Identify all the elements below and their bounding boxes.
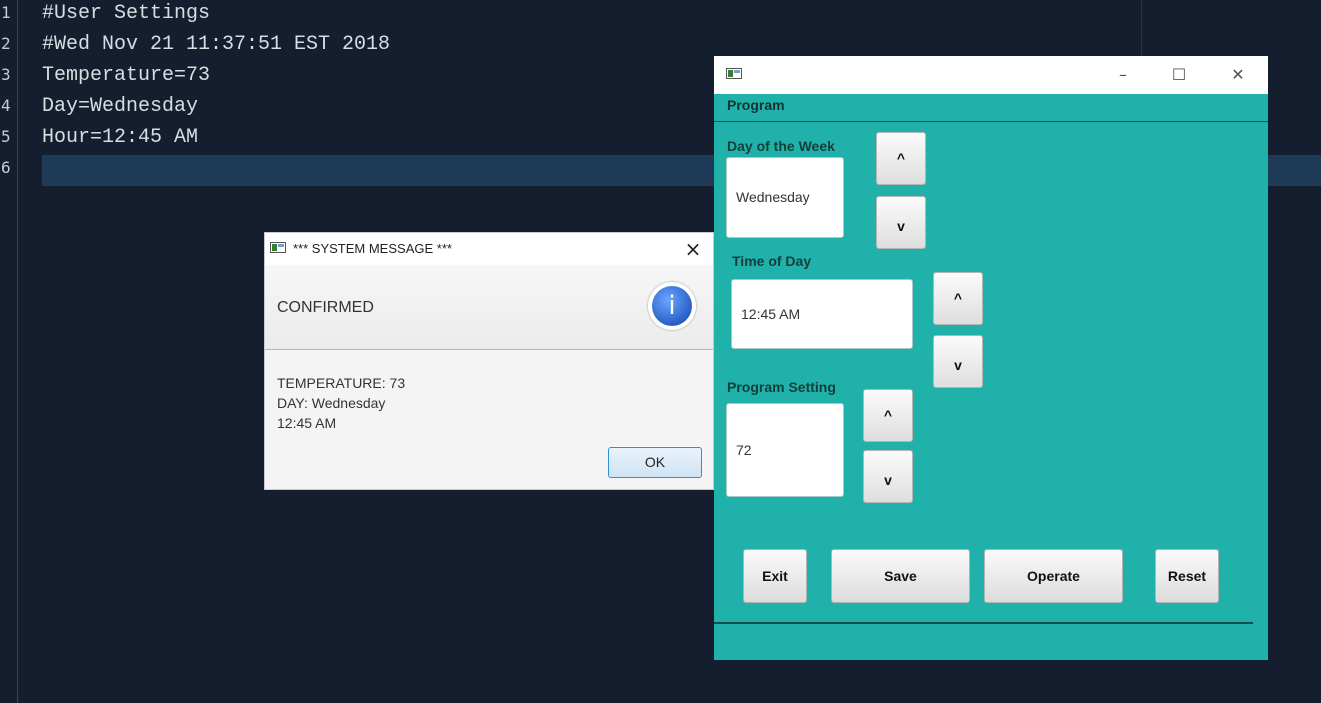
day-up-button[interactable]: ^ — [876, 132, 926, 185]
dialog-content-line: TEMPERATURE: 73 — [277, 375, 406, 391]
dialog-title: *** SYSTEM MESSAGE *** — [293, 241, 452, 256]
minimize-icon[interactable]: – — [1108, 61, 1138, 89]
program-setting-field[interactable]: 72 — [726, 403, 844, 497]
dialog-content-line: DAY: Wednesday — [277, 395, 386, 411]
close-icon[interactable]: × — [675, 235, 711, 263]
time-up-button[interactable]: ^ — [933, 272, 983, 325]
reset-button[interactable]: Reset — [1155, 549, 1219, 603]
line-text[interactable]: Temperature=73 — [42, 64, 210, 87]
line-text[interactable]: Hour=12:45 AM — [42, 126, 198, 149]
program-setting-value: 72 — [736, 442, 752, 458]
dialog-content: TEMPERATURE: 73 DAY: Wednesday 12:45 AM — [277, 373, 405, 433]
maximize-icon[interactable]: ☐ — [1164, 61, 1194, 89]
day-of-week-label: Day of the Week — [727, 138, 835, 154]
dialog-header-text: CONFIRMED — [277, 299, 374, 316]
dialog-content-line: 12:45 AM — [277, 415, 337, 431]
line-text[interactable]: #User Settings — [42, 2, 210, 25]
program-titlebar[interactable]: – ☐ ✕ — [714, 56, 1268, 94]
line-text[interactable]: Day=Wednesday — [42, 95, 198, 118]
time-of-day-value: 12:45 AM — [741, 306, 801, 322]
line-text[interactable]: #Wed Nov 21 11:37:51 EST 2018 — [42, 33, 390, 56]
bottom-divider — [714, 622, 1253, 624]
window-app-icon — [726, 68, 742, 79]
menu-bar: Program — [714, 94, 1268, 122]
program-window: – ☐ ✕ Program Day of the Week Wednesday … — [714, 56, 1268, 660]
time-down-button[interactable]: v — [933, 335, 983, 388]
code-line[interactable]: 1 #User Settings — [0, 0, 1321, 31]
setting-down-button[interactable]: v — [863, 450, 913, 503]
line-number: 3 — [1, 65, 11, 84]
exit-button[interactable]: Exit — [743, 549, 807, 603]
line-number: 4 — [1, 96, 11, 115]
setting-up-button[interactable]: ^ — [863, 389, 913, 442]
window-app-icon — [270, 242, 286, 253]
program-setting-label: Program Setting — [727, 379, 836, 395]
day-of-week-value: Wednesday — [736, 189, 810, 205]
time-of-day-field[interactable]: 12:45 AM — [731, 279, 913, 349]
dialog-titlebar[interactable]: *** SYSTEM MESSAGE *** × — [265, 233, 713, 265]
operate-button[interactable]: Operate — [984, 549, 1123, 603]
line-number: 5 — [1, 127, 11, 146]
line-number: 1 — [1, 3, 11, 22]
save-button[interactable]: Save — [831, 549, 970, 603]
info-icon: i — [648, 282, 696, 330]
system-message-dialog: *** SYSTEM MESSAGE *** × CONFIRMED i TEM… — [264, 232, 714, 490]
dialog-header: CONFIRMED i — [265, 265, 713, 350]
day-of-week-field[interactable]: Wednesday — [726, 157, 844, 238]
line-number: 6 — [1, 158, 11, 177]
line-number: 2 — [1, 34, 11, 53]
time-of-day-label: Time of Day — [732, 253, 812, 269]
day-down-button[interactable]: v — [876, 196, 926, 249]
menu-program[interactable]: Program — [727, 97, 785, 113]
close-icon[interactable]: ✕ — [1223, 61, 1253, 89]
info-icon-glyph: i — [652, 286, 692, 326]
ok-button[interactable]: OK — [608, 447, 702, 478]
